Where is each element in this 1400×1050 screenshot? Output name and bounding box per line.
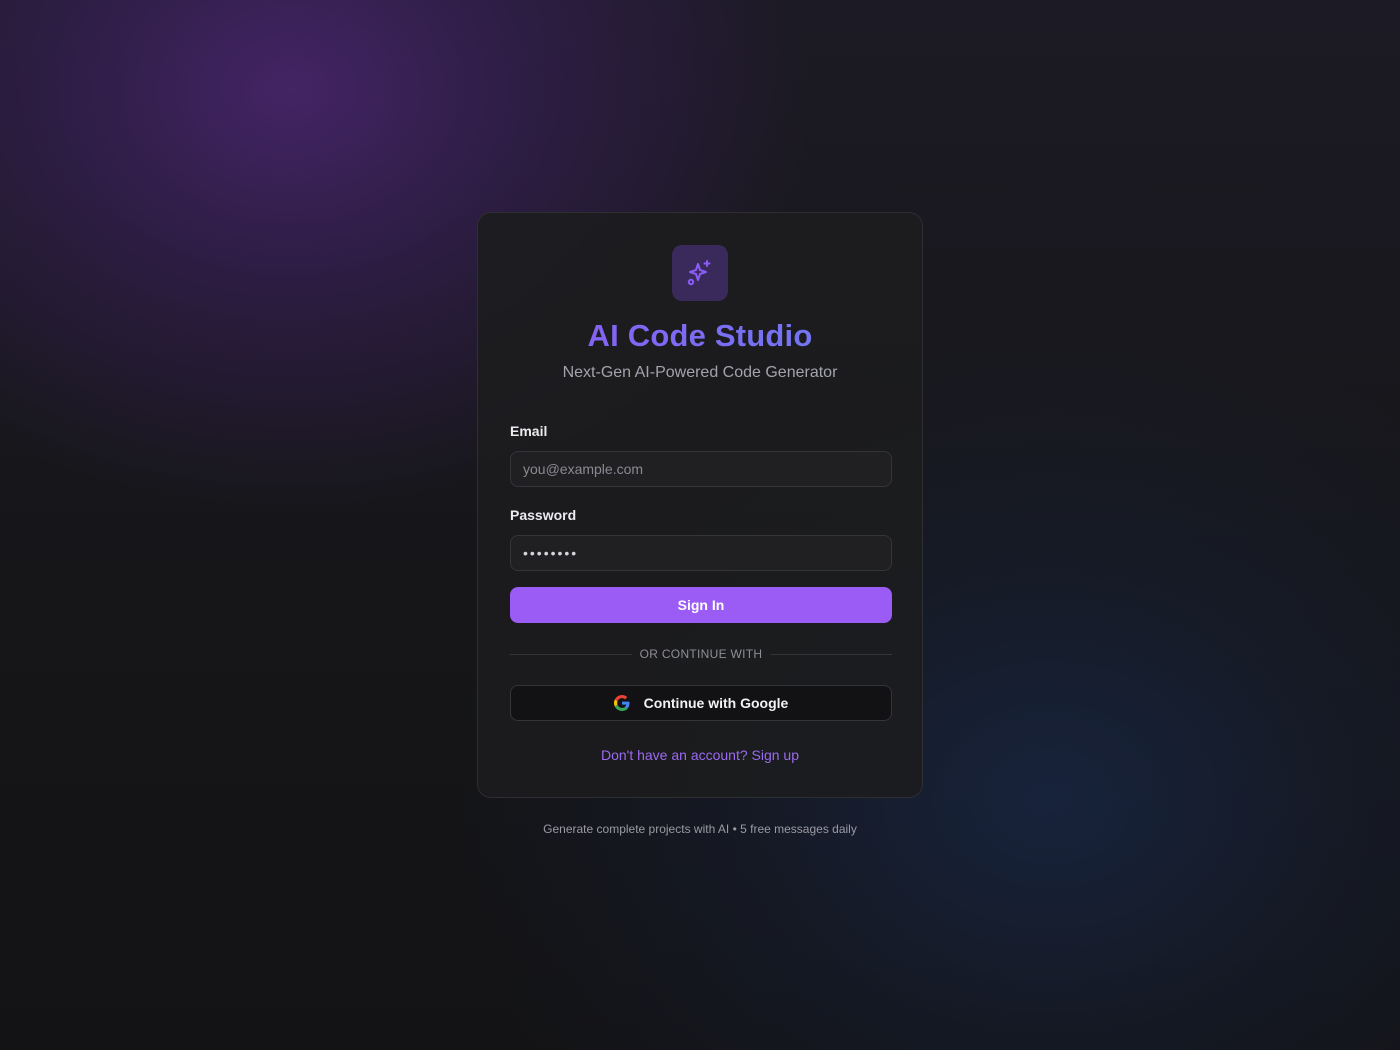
- password-label: Password: [510, 507, 577, 523]
- divider-line-left: [510, 653, 632, 655]
- password-field[interactable]: [510, 535, 892, 571]
- divider-line-right: [770, 653, 893, 655]
- email-field[interactable]: [510, 451, 892, 487]
- sign-in-button[interactable]: Sign In: [510, 587, 892, 623]
- app-logo: [672, 245, 728, 301]
- divider: OR CONTINUE WITH: [510, 647, 893, 661]
- email-label: Email: [510, 423, 548, 439]
- google-icon: [613, 695, 630, 711]
- sparkles-icon: [687, 260, 711, 286]
- app-subtitle: Next-Gen AI-Powered Code Generator: [562, 364, 838, 381]
- app-title: AI Code Studio: [510, 317, 890, 355]
- divider-text: OR CONTINUE WITH: [639, 647, 763, 661]
- sign-up-link[interactable]: Don't have an account? Sign up: [510, 746, 890, 764]
- footer-text: Generate complete projects with AI • 5 f…: [543, 822, 857, 836]
- login-card: AI Code Studio Next-Gen AI-Powered Code …: [477, 212, 923, 798]
- google-button-label: Continue with Google: [643, 695, 789, 711]
- google-sign-in-button[interactable]: Continue with Google: [510, 685, 892, 721]
